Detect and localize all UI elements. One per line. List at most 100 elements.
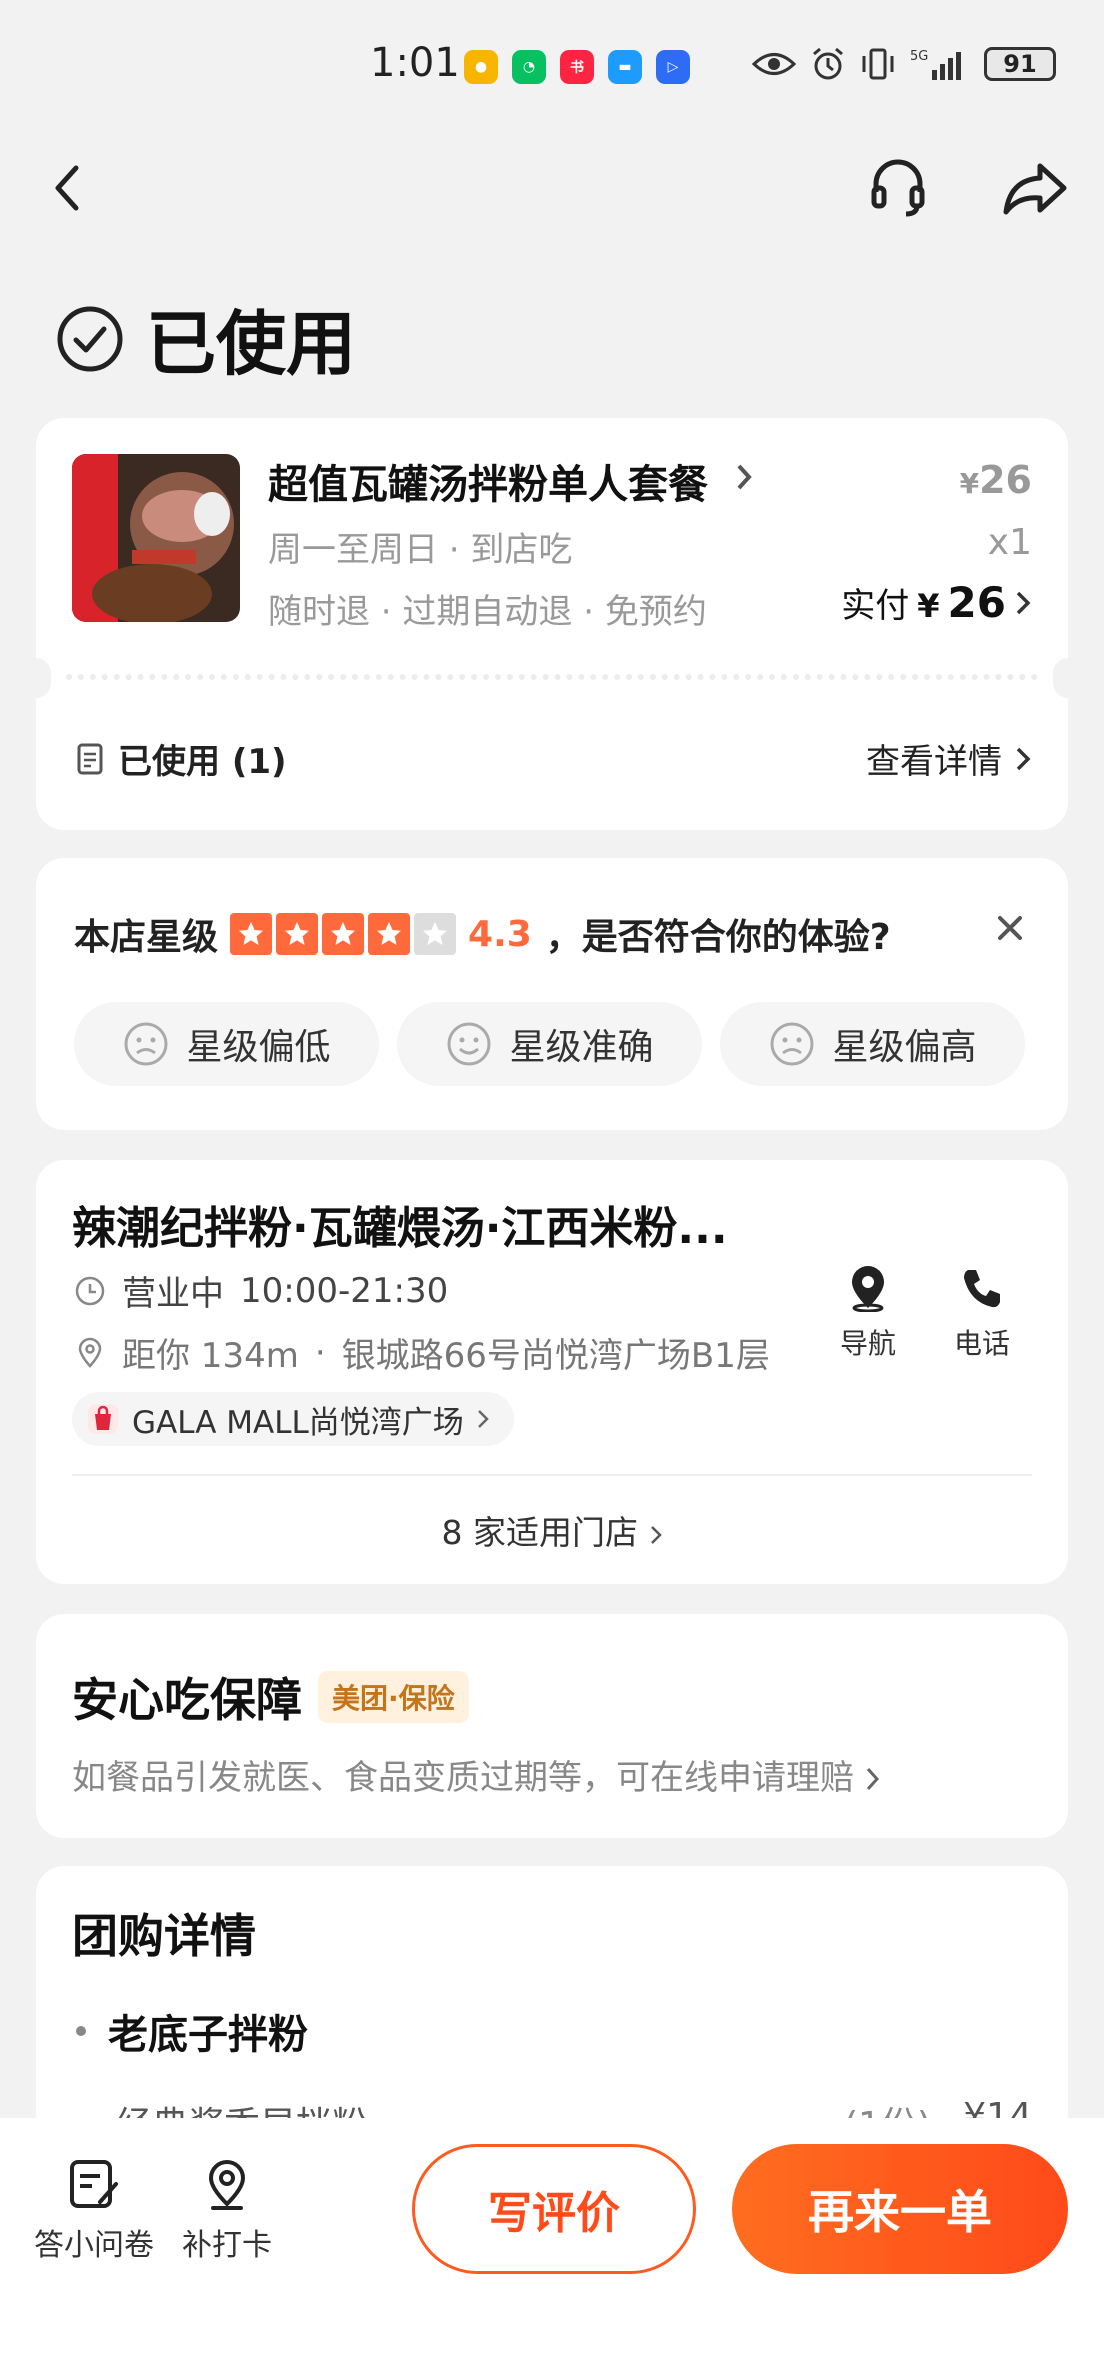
shop-status: 营业中 (122, 1274, 224, 1314)
clock-icon (75, 1276, 105, 1305)
chip-rating-high[interactable]: 星级偏高 (720, 1002, 1025, 1086)
safety-desc-text: 如餐品引发就医、食品变质过期等，可在线申请理赔 (72, 1758, 854, 1798)
safety-title: 安心吃保障 (72, 1673, 302, 1727)
food-image (72, 454, 240, 622)
phone-icon (964, 1270, 1000, 1308)
svg-text:5G: 5G (910, 49, 928, 64)
shop-address: 银城路66号尚悦湾广场B1层 (341, 1336, 770, 1376)
phone-button[interactable]: 电话 (954, 1264, 1010, 1362)
notification-icons: ● ◔ 书 ▬ ▷ (464, 50, 690, 84)
star-filled-icon (230, 913, 273, 955)
order-status-header: 已使用 (56, 288, 356, 389)
status-bar: 1:01 ● ◔ 书 ▬ ▷ 5G 91 (0, 0, 1104, 130)
chevron-right-icon (477, 1410, 489, 1428)
star-filled-icon (322, 913, 365, 955)
dot-separator: · (314, 1332, 326, 1373)
paid-label: 实付 (841, 586, 910, 626)
reorder-button[interactable]: 再来一单 (732, 2144, 1068, 2274)
insurance-badge: 美团·保险 (318, 1671, 469, 1723)
check-circle-icon (57, 306, 123, 371)
chevron-right-icon (1016, 591, 1031, 615)
share-button[interactable] (1000, 156, 1070, 220)
group-section: 老底子拌粉 (76, 2002, 308, 2060)
phone-label: 电话 (954, 1327, 1011, 1360)
mall-tag[interactable]: GALA MALL尚悦湾广场 (72, 1392, 514, 1446)
shopping-bag-icon (88, 1404, 118, 1434)
ticket-divider (66, 674, 1038, 680)
chevron-right-icon (866, 1767, 879, 1791)
rating-chips: 星级偏低 星级准确 星级偏高 (74, 1002, 1025, 1086)
product-thumbnail[interactable] (72, 454, 240, 622)
shop-location-row[interactable]: 距你 134m · 银城路66号尚悦湾广场B1层 (74, 1328, 770, 1377)
alarm-icon (813, 47, 843, 80)
mall-name: GALA MALL尚悦湾广场 (132, 1404, 464, 1441)
rating-feedback-card: 本店星级 4.3 ，是否符合你的体验? 星级偏低 星级准确 星级偏高 (36, 858, 1068, 1130)
safety-guarantee-card[interactable]: 安心吃保障 美团·保险 如餐品引发就医、食品变质过期等，可在线申请理赔 (36, 1614, 1068, 1838)
vibrate-icon (862, 48, 894, 80)
status-time: 1:01 (370, 40, 460, 86)
chevron-left-icon (55, 165, 79, 211)
system-icons: 5G 91 (752, 46, 1056, 82)
used-coupon-row: 已使用 (1) (76, 734, 287, 783)
shop-distance: 距你 134m (122, 1336, 299, 1376)
paid-currency: ¥ (917, 587, 940, 625)
navigate-button[interactable]: 导航 (840, 1264, 896, 1362)
battery-indicator: 91 (984, 47, 1056, 81)
product-name[interactable]: 超值瓦罐汤拌粉单人套餐 (268, 452, 708, 510)
write-review-button[interactable]: 写评价 (412, 2144, 696, 2274)
smile-face-icon (447, 1022, 491, 1066)
survey-label: 答小问卷 (34, 2228, 154, 2263)
bottom-action-bar: 答小问卷 补打卡 写评价 再来一单 (0, 2118, 1104, 2376)
chip-rating-accurate[interactable]: 星级准确 (397, 1002, 702, 1086)
location-pin-icon (208, 2160, 246, 2210)
checkin-button[interactable]: 补打卡 (182, 2156, 272, 2264)
rating-score: 4.3 (468, 913, 532, 955)
store-rating-row: 本店星级 4.3 ，是否符合你的体验? (74, 908, 891, 960)
product-price: ¥26 (959, 458, 1032, 502)
xiaohongshu-icon: 书 (560, 50, 594, 84)
eye-icon (752, 53, 796, 75)
product-schedule: 周一至周日 · 到店吃 (268, 530, 573, 570)
wechat-icon: ◔ (512, 50, 546, 84)
survey-button[interactable]: 答小问卷 (34, 2156, 154, 2264)
applicable-stores-link[interactable]: 8 家适用门店 (36, 1506, 1068, 1554)
chevron-right-icon (1016, 747, 1031, 770)
chip-label: 星级偏低 (186, 1027, 331, 1068)
shop-name[interactable]: 辣潮纪拌粉·瓦罐煨汤·江西米粉... (72, 1192, 728, 1256)
bullet-dot (76, 2026, 86, 2036)
chip-label: 星级偏高 (832, 1027, 977, 1068)
product-policies: 随时退 · 过期自动退 · 免预约 (268, 592, 707, 632)
location-pin-icon (78, 1337, 102, 1368)
close-icon[interactable] (992, 910, 1028, 946)
star-empty-icon (414, 913, 457, 955)
product-quantity: x1 (987, 522, 1032, 563)
view-details-link[interactable]: 查看详情 (866, 734, 1032, 783)
ticket-notch-right (1053, 658, 1083, 698)
safety-title-row: 安心吃保障 美团·保险 (72, 1664, 469, 1730)
weibo-icon: ● (464, 50, 498, 84)
paid-amount[interactable]: 实付 ¥ 26 (841, 578, 1032, 627)
back-button[interactable] (44, 158, 94, 218)
used-count-label: 已使用 (1) (118, 742, 287, 782)
group-section-title: 老底子拌粉 (108, 2012, 308, 2058)
navigate-label: 导航 (840, 1327, 897, 1360)
message-icon: ▬ (608, 50, 642, 84)
divider (72, 1474, 1032, 1476)
headset-icon (871, 159, 925, 217)
share-icon (1003, 163, 1067, 215)
checkin-label: 补打卡 (182, 2228, 272, 2263)
chevron-right-icon (737, 464, 752, 490)
star-rating (230, 913, 457, 955)
ticket-notch-left (21, 658, 51, 698)
shop-hours-row: 营业中 10:00-21:30 (74, 1266, 448, 1315)
chip-rating-low[interactable]: 星级偏低 (74, 1002, 379, 1086)
star-filled-icon (276, 913, 319, 955)
receipt-icon (77, 743, 103, 774)
star-filled-icon (368, 913, 411, 955)
customer-service-button[interactable] (868, 156, 928, 220)
edit-note-icon (70, 2160, 118, 2208)
shop-card: 辣潮纪拌粉·瓦罐煨汤·江西米粉... 营业中 10:00-21:30 距你 13… (36, 1160, 1068, 1584)
rating-question: ，是否符合你的体验? (545, 917, 891, 958)
tencent-icon: ▷ (656, 50, 690, 84)
rating-label: 本店星级 (74, 917, 219, 958)
